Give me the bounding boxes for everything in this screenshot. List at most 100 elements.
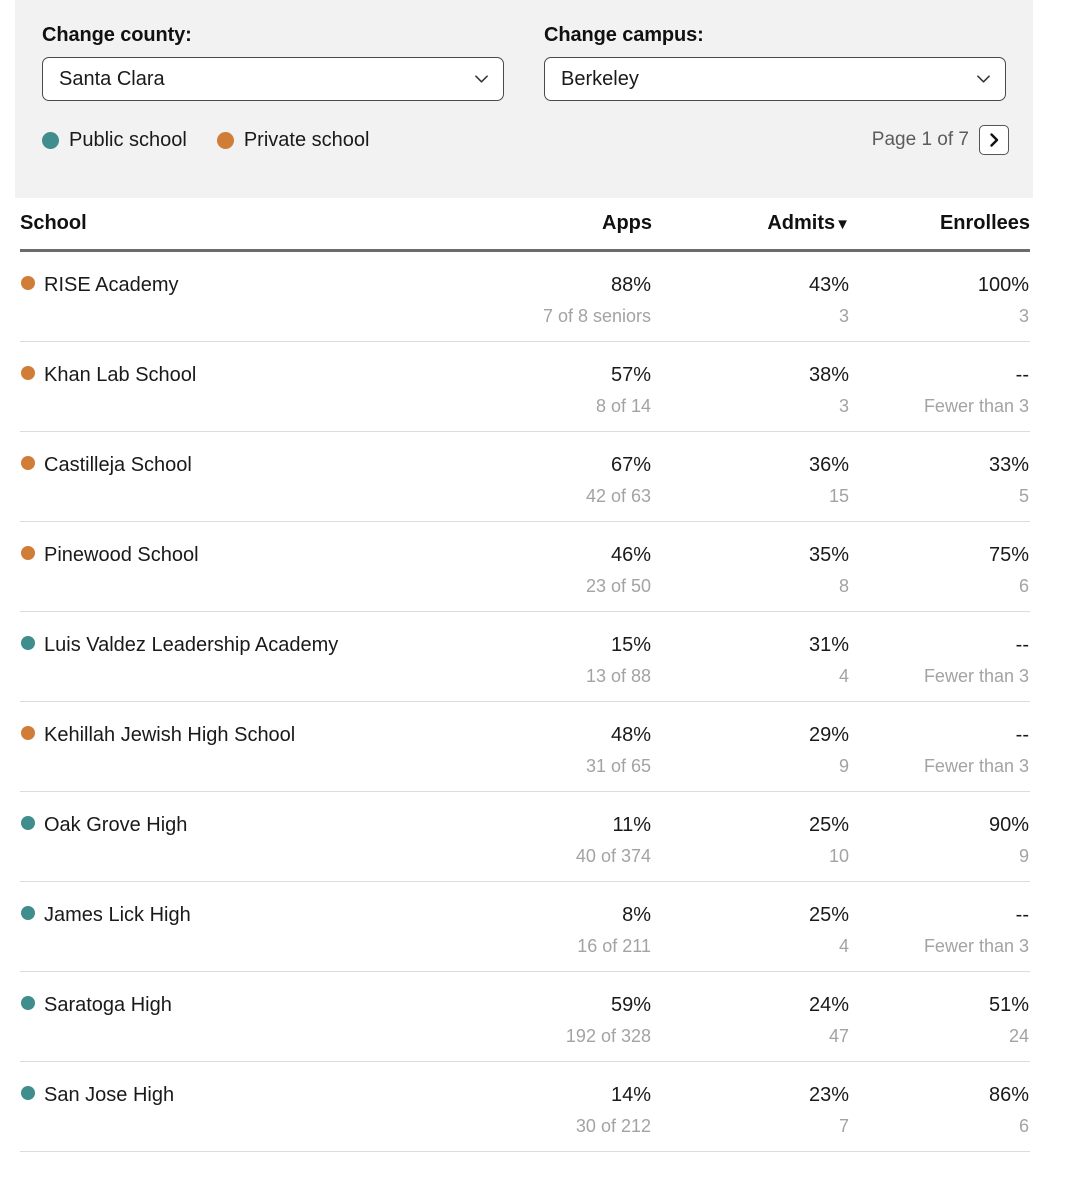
- enrollees-detail: 9: [850, 838, 1030, 882]
- table-row[interactable]: Castilleja School 67% 36% 33%: [20, 432, 1030, 479]
- table-subrow: 8 of 14 3 Fewer than 3: [20, 388, 1030, 432]
- admits-detail: 3: [652, 388, 850, 432]
- table-row[interactable]: Kehillah Jewish High School 48% 29% --: [20, 702, 1030, 749]
- table-subrow: 7 of 8 seniors 3 3: [20, 298, 1030, 342]
- enrollees-value: --: [1015, 904, 1029, 926]
- apps-value: 88%: [610, 274, 651, 296]
- table-row[interactable]: Saratoga High 59% 24% 51%: [20, 972, 1030, 1019]
- private-school-dot-icon: [216, 131, 234, 149]
- table-row[interactable]: RISE Academy 88% 43% 100%: [20, 251, 1030, 299]
- table-row[interactable]: San Jose High 14% 23% 86%: [20, 1062, 1030, 1109]
- apps-value: 59%: [610, 994, 651, 1016]
- admits-value: 38%: [808, 364, 849, 386]
- apps-detail: 13 of 88: [440, 658, 652, 702]
- admits-value: 24%: [808, 994, 849, 1016]
- enrollees-detail: Fewer than 3: [850, 928, 1030, 972]
- school-admissions-table-page: Change county: Santa Clara Change campus…: [0, 0, 1080, 1180]
- table-subrow: 30 of 212 7 6: [20, 1108, 1030, 1152]
- school-cell: Oak Grove High: [20, 792, 440, 839]
- enrollees-detail: 6: [850, 568, 1030, 612]
- sort-descending-icon: ▼: [835, 216, 850, 233]
- apps-detail: 192 of 328: [440, 1018, 652, 1062]
- apps-value: 48%: [610, 724, 651, 746]
- table-subrow: 23 of 50 8 6: [20, 568, 1030, 612]
- table-row[interactable]: Pinewood School 46% 35% 75%: [20, 522, 1030, 569]
- public-school-dot-icon: [21, 636, 35, 650]
- apps-detail: 31 of 65: [440, 748, 652, 792]
- admits-value: 35%: [808, 544, 849, 566]
- public-school-dot-icon: [21, 816, 35, 830]
- public-school-dot-icon: [21, 996, 35, 1010]
- private-school-dot-icon: [21, 726, 35, 740]
- admits-value: 43%: [808, 274, 849, 296]
- table-row[interactable]: Luis Valdez Leadership Academy 15% 31% --: [20, 612, 1030, 659]
- admits-detail: 4: [652, 658, 850, 702]
- subrow-spacer: [20, 478, 440, 522]
- controls-panel: Change county: Santa Clara Change campus…: [15, 0, 1033, 198]
- school-name: Castilleja School: [44, 454, 192, 476]
- next-page-button[interactable]: [979, 125, 1009, 155]
- chevron-right-icon: [990, 133, 999, 147]
- subrow-spacer: [20, 568, 440, 612]
- table-header-row: School Apps Admits▼ Enrollees: [20, 212, 1030, 252]
- legend-item-public: Public school: [42, 129, 187, 152]
- column-header-apps-label: Apps: [602, 212, 652, 234]
- campus-select-value: Berkeley: [561, 67, 639, 90]
- school-name: Khan Lab School: [44, 364, 197, 386]
- apps-detail: 42 of 63: [440, 478, 652, 522]
- private-school-dot-icon: [21, 546, 35, 560]
- subrow-spacer: [20, 838, 440, 882]
- enrollees-detail: 5: [850, 478, 1030, 522]
- table-row[interactable]: Oak Grove High 11% 25% 90%: [20, 792, 1030, 839]
- school-cell: Luis Valdez Leadership Academy: [20, 612, 440, 659]
- admits-detail: 9: [652, 748, 850, 792]
- enrollees-value: 51%: [988, 994, 1029, 1016]
- table-subrow: 192 of 328 47 24: [20, 1018, 1030, 1062]
- enrollees-value: --: [1015, 634, 1029, 656]
- column-header-enrollees[interactable]: Enrollees: [850, 212, 1030, 252]
- campus-select-label: Change campus:: [544, 24, 704, 46]
- school-name: Luis Valdez Leadership Academy: [44, 634, 339, 656]
- enrollees-detail: Fewer than 3: [850, 388, 1030, 432]
- school-name: Kehillah Jewish High School: [44, 724, 296, 746]
- chevron-down-icon: [977, 75, 990, 83]
- county-select[interactable]: Santa Clara: [42, 57, 504, 101]
- subrow-spacer: [20, 928, 440, 972]
- table-body: RISE Academy 88% 43% 100% 7 of 8 seniors 3 3 Kh…: [20, 251, 1030, 1152]
- admits-detail: 4: [652, 928, 850, 972]
- apps-value: 14%: [610, 1084, 651, 1106]
- legend-item-private: Private school: [216, 129, 369, 152]
- table-subrow: 13 of 88 4 Fewer than 3: [20, 658, 1030, 702]
- enrollees-value: 86%: [988, 1084, 1029, 1106]
- school-name: Pinewood School: [44, 544, 199, 566]
- enrollees-detail: 3: [850, 298, 1030, 342]
- enrollees-detail: Fewer than 3: [850, 658, 1030, 702]
- enrollees-value: --: [1015, 364, 1029, 386]
- apps-detail: 23 of 50: [440, 568, 652, 612]
- enrollees-value: 90%: [988, 814, 1029, 836]
- school-cell: Saratoga High: [20, 972, 440, 1019]
- enrollees-detail: Fewer than 3: [850, 748, 1030, 792]
- county-select-value: Santa Clara: [59, 67, 165, 90]
- admits-detail: 7: [652, 1108, 850, 1152]
- column-header-apps[interactable]: Apps: [440, 212, 652, 252]
- admits-detail: 47: [652, 1018, 850, 1062]
- admits-detail: 10: [652, 838, 850, 882]
- column-header-enrollees-label: Enrollees: [939, 212, 1030, 234]
- school-cell: Castilleja School: [20, 432, 440, 479]
- column-header-admits[interactable]: Admits▼: [652, 212, 850, 252]
- private-school-dot-icon: [21, 276, 35, 290]
- table-row[interactable]: James Lick High 8% 25% --: [20, 882, 1030, 929]
- school-name: Saratoga High: [44, 994, 172, 1016]
- schools-table: School Apps Admits▼ Enrollees RISE Acade…: [20, 212, 1030, 1152]
- legend-label-public: Public school: [69, 128, 187, 151]
- private-school-dot-icon: [21, 366, 35, 380]
- table-row[interactable]: Khan Lab School 57% 38% --: [20, 342, 1030, 389]
- public-school-dot-icon: [21, 1086, 35, 1100]
- admits-detail: 15: [652, 478, 850, 522]
- schools-table-container: School Apps Admits▼ Enrollees RISE Acade…: [20, 212, 1030, 1152]
- enrollees-value: 100%: [977, 274, 1029, 296]
- table-subrow: 42 of 63 15 5: [20, 478, 1030, 522]
- campus-select[interactable]: Berkeley: [544, 57, 1006, 101]
- column-header-school[interactable]: School: [20, 212, 440, 252]
